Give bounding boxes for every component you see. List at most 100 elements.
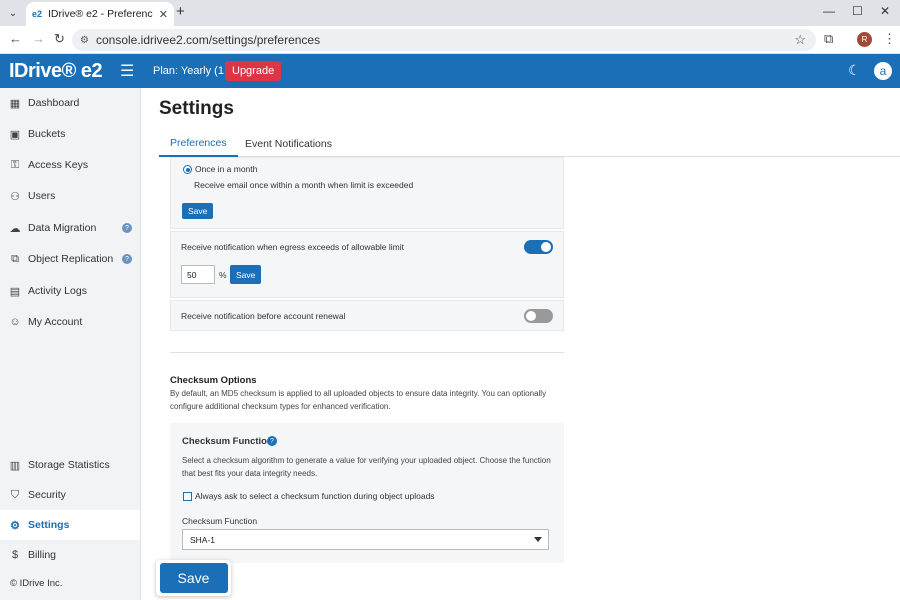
checksum-options-title: Checksum Options <box>170 375 257 386</box>
user-avatar[interactable]: a <box>874 62 892 80</box>
users-icon: ⚇ <box>10 190 20 203</box>
save-button-wrapper: Save <box>156 560 231 596</box>
checksum-options-description: By default, an MD5 checksum is applied t… <box>170 389 547 411</box>
close-window-icon[interactable]: ✕ <box>880 4 890 18</box>
copyright: © IDrive Inc. <box>10 578 63 589</box>
bookmark-star-icon[interactable]: ☆ <box>794 32 806 48</box>
cloud-migration-icon: ☁ <box>9 222 21 235</box>
extensions-icon[interactable]: ⧉ <box>824 31 833 47</box>
checksum-function-title: Checksum Function <box>182 436 273 447</box>
once-a-month-radio[interactable] <box>183 165 192 174</box>
address-bar[interactable]: ⚙ console.idrivee2.com/settings/preferen… <box>72 29 816 51</box>
sidebar-item-data-migration[interactable]: ☁ Data Migration ? <box>0 213 140 243</box>
logo[interactable]: IDrive® e2 <box>9 60 103 83</box>
replication-icon: ⧉ <box>11 252 19 265</box>
tab-event-notifications[interactable]: Event Notifications <box>234 130 343 157</box>
egress-toggle[interactable] <box>524 240 553 254</box>
sidebar-item-dashboard[interactable]: ▦ Dashboard <box>0 88 140 118</box>
upgrade-button[interactable]: Upgrade <box>225 61 282 81</box>
help-icon[interactable]: ? <box>267 436 277 446</box>
browser-tab[interactable]: e2 IDrive® e2 - Preferences ✕ <box>26 2 174 26</box>
sidebar-item-object-replication[interactable]: ⧉ Object Replication ? <box>0 244 140 274</box>
toggle-knob <box>541 242 551 252</box>
egress-label: Receive notification when egress exceeds… <box>181 242 405 252</box>
sidebar-item-storage-statistics[interactable]: ▥ Storage Statistics <box>0 450 140 480</box>
percent-unit: % <box>219 270 227 280</box>
logs-icon: ▤ <box>9 285 21 298</box>
always-ask-label: Always ask to select a checksum function… <box>195 491 435 501</box>
select-label: Checksum Function <box>182 516 258 526</box>
tab-preferences[interactable]: Preferences <box>159 130 238 157</box>
settings-tabs: Preferences Event Notifications <box>159 130 900 157</box>
section-divider <box>170 352 564 353</box>
browser-menu-icon[interactable]: ⋮ <box>883 31 896 47</box>
reload-icon[interactable]: ↻ <box>54 31 65 47</box>
sidebar: ▦ Dashboard ▣ Buckets ⚿ Access Keys ⚇ Us… <box>0 88 141 600</box>
radio-label: Once in a month <box>195 164 258 174</box>
renewal-toggle[interactable] <box>524 309 553 323</box>
sidebar-item-buckets[interactable]: ▣ Buckets <box>0 119 140 149</box>
egress-limit-input[interactable]: 50 <box>181 265 215 284</box>
sidebar-item-label: Data Migration <box>28 222 97 234</box>
checksum-function-panel: Checksum Function ? Select a checksum al… <box>170 423 564 563</box>
save-egress-button[interactable]: Save <box>230 265 262 284</box>
new-tab-icon[interactable]: + <box>176 3 185 20</box>
browser-tabbar: ⌄ e2 IDrive® e2 - Preferences ✕ + — ☐ ✕ <box>0 0 900 26</box>
bucket-icon: ▣ <box>9 128 21 141</box>
always-ask-checkbox[interactable] <box>183 492 192 501</box>
browser-toolbar: ← → ↻ ⚙ console.idrivee2.com/settings/pr… <box>0 26 900 54</box>
sidebar-item-label: Object Replication <box>28 253 114 265</box>
close-tab-icon[interactable]: ✕ <box>159 8 168 21</box>
sidebar-item-label: Buckets <box>28 128 66 140</box>
favicon: e2 <box>32 9 43 19</box>
site-info-icon[interactable]: ⚙ <box>80 35 89 46</box>
checksum-function-description: Select a checksum algorithm to generate … <box>182 456 551 478</box>
help-icon[interactable]: ? <box>122 223 132 233</box>
sidebar-item-my-account[interactable]: ☺ My Account <box>0 307 140 337</box>
chevron-down-icon <box>534 537 542 542</box>
sidebar-item-billing[interactable]: $ Billing <box>0 540 140 570</box>
sidebar-item-access-keys[interactable]: ⚿ Access Keys <box>0 150 140 180</box>
sidebar-item-label: My Account <box>28 316 83 328</box>
tab-title: IDrive® e2 - Preferences <box>48 8 153 20</box>
key-icon: ⚿ <box>10 158 20 171</box>
renewal-label: Receive notification before account rene… <box>181 311 346 321</box>
forward-icon[interactable]: → <box>32 31 45 46</box>
sidebar-item-security[interactable]: ⛉ Security <box>0 480 140 510</box>
egress-notification-panel: Receive notification when egress exceeds… <box>170 231 564 298</box>
user-icon: ☺ <box>9 316 21 328</box>
sidebar-item-label: Storage Statistics <box>28 459 110 471</box>
sidebar-item-label: Users <box>28 190 56 202</box>
monthly-notification-panel: Once in a month Receive email once withi… <box>170 157 564 229</box>
profile-avatar[interactable]: R <box>857 32 872 47</box>
sidebar-item-label: Security <box>28 489 66 501</box>
chart-icon: ▥ <box>9 459 21 472</box>
shield-icon: ⛉ <box>10 488 20 501</box>
sidebar-item-settings[interactable]: ⚙ Settings <box>0 510 140 540</box>
sidebar-item-activity-logs[interactable]: ▤ Activity Logs <box>0 276 140 306</box>
select-value: SHA-1 <box>190 534 216 545</box>
gear-icon: ⚙ <box>10 519 20 532</box>
sidebar-item-label: Settings <box>28 519 70 531</box>
tab-search-icon[interactable]: ⌄ <box>4 4 22 22</box>
hamburger-menu-icon[interactable]: ☰ <box>120 61 134 81</box>
minimize-icon[interactable]: — <box>823 4 835 18</box>
maximize-icon[interactable]: ☐ <box>852 4 863 18</box>
back-icon[interactable]: ← <box>9 31 22 46</box>
sidebar-item-label: Dashboard <box>28 97 80 109</box>
sidebar-item-label: Access Keys <box>28 159 89 171</box>
sidebar-item-label: Billing <box>28 549 57 561</box>
app-header: IDrive® e2 ☰ Plan: Yearly (1 TB) Upgrade… <box>0 54 900 88</box>
help-icon[interactable]: ? <box>122 254 132 264</box>
checksum-function-select[interactable]: SHA-1 <box>182 529 549 550</box>
toggle-knob <box>526 311 536 321</box>
dashboard-icon: ▦ <box>9 97 21 110</box>
save-frequency-button[interactable]: Save <box>182 203 214 219</box>
renewal-notification-panel: Receive notification before account rene… <box>170 300 564 331</box>
sidebar-item-label: Activity Logs <box>28 285 87 297</box>
save-button[interactable]: Save <box>159 563 228 593</box>
dark-mode-moon-icon[interactable]: ☾ <box>848 62 861 79</box>
page-title: Settings <box>159 98 234 119</box>
billing-icon: $ <box>11 549 19 561</box>
sidebar-item-users[interactable]: ⚇ Users <box>0 181 140 211</box>
